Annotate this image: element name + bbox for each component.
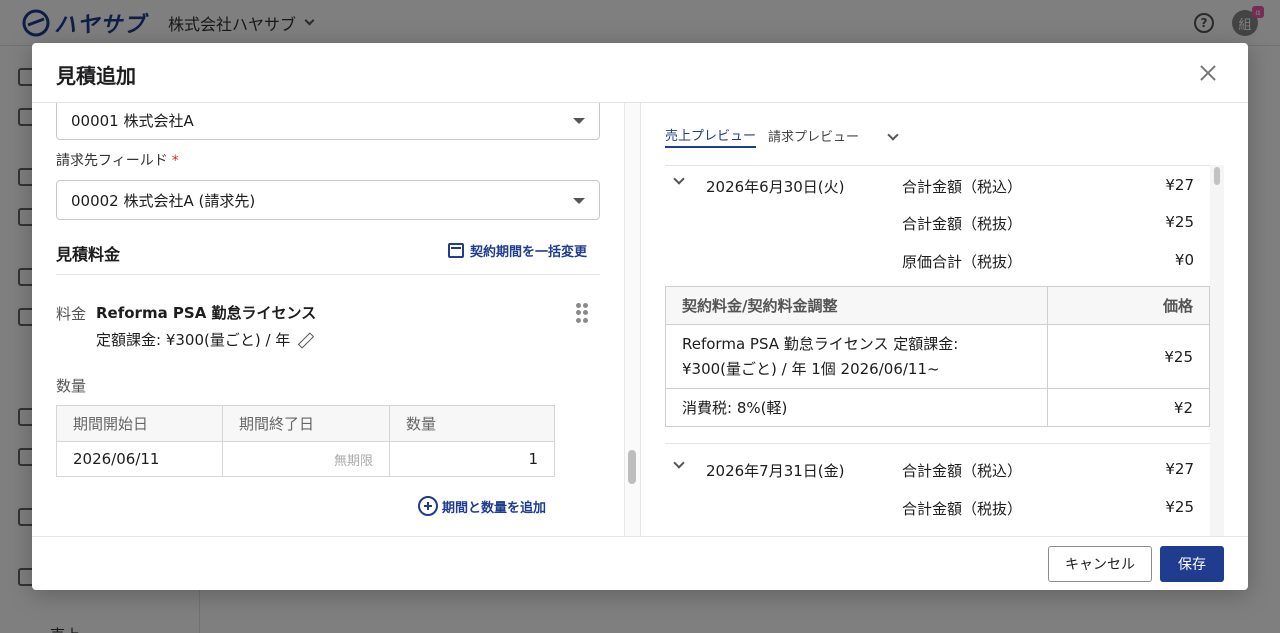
customer-select-value: 00001 株式会社A xyxy=(71,112,194,130)
summary-label: 合計金額（税込） xyxy=(902,462,1023,480)
close-icon[interactable] xyxy=(1196,61,1220,85)
quantity-table: 期間開始日 期間終了日 数量 2026/06/11 無期限 1 xyxy=(56,405,555,477)
modal-title: 見積追加 xyxy=(56,64,136,88)
calendar-edit-icon xyxy=(448,243,464,258)
item-line: Reforma PSA 勤怠ライセンス 定額課金: xyxy=(682,334,959,353)
period-date: 2026年7月31日(金) xyxy=(706,462,845,480)
scrollbar[interactable] xyxy=(1210,165,1224,536)
fee-detail: 定額課金: ¥300(量ごと) / 年 xyxy=(96,329,312,350)
billing-select-value: 00002 株式会社A (請求先) xyxy=(71,192,256,210)
summary-value: ¥27 xyxy=(1165,460,1194,478)
summary-label: 合計金額（税込） xyxy=(902,178,1023,196)
chevron-down-icon[interactable] xyxy=(673,457,685,469)
scrollbar-thumb[interactable] xyxy=(628,450,636,484)
summary-label: 原価合計（税抜） xyxy=(902,253,1023,271)
fee-detail-table: 契約料金/契約料金調整 価格 Reforma PSA 勤怠ライセンス 定額課金:… xyxy=(665,286,1210,427)
save-button[interactable]: 保存 xyxy=(1160,546,1224,582)
table-row: 消費税: 8%(軽) ¥2 xyxy=(665,388,1210,427)
summary-value: ¥25 xyxy=(1165,498,1194,516)
fee-label: 料金 xyxy=(56,305,87,323)
column-header: 期間開始日 xyxy=(56,405,223,442)
billing-field-label: 請求先フィールド * xyxy=(56,153,179,169)
bulk-change-label: 契約期間を一括変更 xyxy=(470,245,588,260)
column-header: 契約料金/契約料金調整 xyxy=(665,286,1048,325)
caret-down-icon xyxy=(573,198,585,204)
preview-pane: 売上プレビュー 請求プレビュー 2026年6月30日(火) 合計金額（税込） ¥… xyxy=(640,103,1248,536)
chevron-down-icon[interactable] xyxy=(887,128,899,141)
summary-value: ¥25 xyxy=(1165,213,1194,231)
drag-handle-icon[interactable] xyxy=(576,303,588,323)
plus-circle-icon xyxy=(418,496,438,516)
scrollbar-thumb[interactable] xyxy=(1214,167,1220,185)
period-date: 2026年6月30日(火) xyxy=(706,178,845,196)
modal-body: 00001 株式会社A 請求先フィールド * 00002 株式会社A (請求先) … xyxy=(32,103,1248,536)
fee-name: Reforma PSA 勤怠ライセンス xyxy=(96,304,317,322)
modal-footer: キャンセル 保存 xyxy=(32,536,1248,590)
period-end-input[interactable]: 無期限 xyxy=(222,441,390,477)
item-cell: 消費税: 8%(軽) xyxy=(665,388,1048,427)
add-quote-modal: 見積追加 00001 株式会社A 請求先フィールド * 00002 株式会社A (… xyxy=(32,43,1248,590)
quantity-input[interactable]: 1 xyxy=(390,442,555,477)
table-row: 2026/06/11 無期限 1 xyxy=(56,441,555,477)
column-header: 数量 xyxy=(389,405,555,442)
quote-form-pane: 00001 株式会社A 請求先フィールド * 00002 株式会社A (請求先) … xyxy=(32,103,640,536)
modal-header: 見積追加 xyxy=(32,43,1248,103)
fee-detail-text: 定額課金: ¥300(量ごと) / 年 xyxy=(96,331,291,349)
period-start-input[interactable]: 2026/06/11 xyxy=(56,441,223,477)
divider xyxy=(665,443,1210,444)
bulk-change-period-link[interactable]: 契約期間を一括変更 xyxy=(448,241,587,260)
cancel-button[interactable]: キャンセル xyxy=(1048,546,1152,582)
preview-tabs: 売上プレビュー 請求プレビュー xyxy=(665,125,899,148)
preview-list: 2026年6月30日(火) 合計金額（税込） ¥27 合計金額（税抜） ¥25 … xyxy=(665,165,1210,536)
price-cell: ¥25 xyxy=(1047,324,1210,389)
caret-down-icon xyxy=(573,118,585,124)
column-header: 期間終了日 xyxy=(222,405,390,442)
pencil-icon[interactable] xyxy=(298,333,312,347)
summary-value: ¥27 xyxy=(1165,176,1194,194)
divider xyxy=(56,274,600,275)
tab-sales-preview[interactable]: 売上プレビュー xyxy=(665,125,757,148)
billing-select[interactable]: 00002 株式会社A (請求先) xyxy=(56,180,600,220)
required-mark: * xyxy=(171,153,179,169)
item-cell: Reforma PSA 勤怠ライセンス 定額課金: ¥300(量ごと) / 年 … xyxy=(665,324,1048,389)
add-period-label: 期間と数量を追加 xyxy=(442,500,547,516)
table-row: Reforma PSA 勤怠ライセンス 定額課金: ¥300(量ごと) / 年 … xyxy=(665,324,1210,389)
quantity-label: 数量 xyxy=(56,377,87,395)
customer-select[interactable]: 00001 株式会社A xyxy=(56,103,600,140)
item-line: ¥300(量ごと) / 年 1個 2026/06/11~ xyxy=(682,359,940,378)
summary-value: ¥0 xyxy=(1174,251,1194,269)
column-header: 価格 xyxy=(1047,286,1210,325)
tab-billing-preview[interactable]: 請求プレビュー xyxy=(768,126,859,147)
summary-label: 合計金額（税抜） xyxy=(902,215,1023,233)
add-period-quantity-link[interactable]: 期間と数量を追加 xyxy=(418,496,546,516)
summary-label: 合計金額（税抜） xyxy=(902,500,1023,518)
price-cell: ¥2 xyxy=(1047,388,1210,427)
section-title: 見積料金 xyxy=(56,245,121,264)
chevron-down-icon[interactable] xyxy=(673,173,685,185)
